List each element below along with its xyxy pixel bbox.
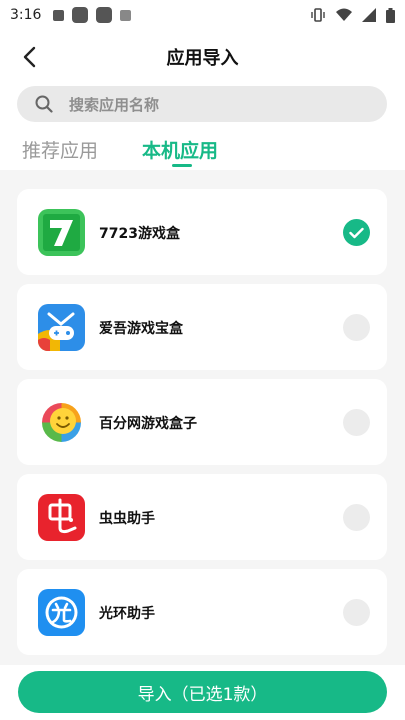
list-item[interactable]: 百分网游戏盒子 [17, 379, 387, 465]
search-icon [35, 95, 53, 113]
active-tab-indicator [172, 164, 192, 167]
select-checkbox[interactable] [343, 504, 370, 531]
chongchong-app-icon [38, 494, 85, 541]
vibrate-icon [311, 8, 325, 22]
notification-icon [120, 9, 132, 21]
select-checkbox[interactable] [343, 599, 370, 626]
tab-local-apps[interactable]: 本机应用 [142, 136, 218, 163]
list-item[interactable]: 光环助手 [17, 569, 387, 655]
status-icons [310, 7, 395, 23]
select-checkbox[interactable] [343, 409, 370, 436]
app-list: 7723游戏盒 爱吾游戏宝盒 百分网游戏盒子 虫虫助手 光环助手 [0, 170, 405, 665]
7723-app-icon [38, 209, 85, 256]
tab-recommended[interactable]: 推荐应用 [22, 136, 98, 163]
baifen-app-icon [38, 399, 85, 446]
check-icon [349, 227, 364, 238]
select-checkbox[interactable] [343, 219, 370, 246]
select-checkbox[interactable] [343, 314, 370, 341]
search-input[interactable]: 搜索应用名称 [17, 86, 387, 122]
status-bar: 3:16 [0, 0, 405, 30]
list-item[interactable]: 爱吾游戏宝盒 [17, 284, 387, 370]
notification-icon [96, 7, 113, 23]
signal-icon [362, 8, 376, 22]
wifi-icon [336, 8, 352, 21]
title-bar: 应用导入 [0, 30, 405, 84]
aiwu-app-icon [38, 304, 85, 351]
guanghuan-app-icon [38, 589, 85, 636]
import-button[interactable]: 导入（已选1款） [18, 671, 387, 713]
app-name: 百分网游戏盒子 [99, 416, 197, 432]
search-placeholder: 搜索应用名称 [69, 95, 160, 114]
tab-bar: 推荐应用 本机应用 [0, 132, 405, 170]
status-time: 3:16 [10, 7, 42, 23]
battery-icon [386, 7, 395, 23]
list-item[interactable]: 7723游戏盒 [17, 189, 387, 275]
app-name: 爱吾游戏宝盒 [99, 321, 183, 337]
app-name: 7723游戏盒 [99, 226, 180, 242]
page-title: 应用导入 [166, 48, 239, 69]
notification-icon [72, 7, 89, 23]
app-name: 光环助手 [99, 606, 155, 622]
app-name: 虫虫助手 [99, 511, 155, 527]
list-item[interactable]: 虫虫助手 [17, 474, 387, 560]
notification-icon [53, 9, 65, 21]
